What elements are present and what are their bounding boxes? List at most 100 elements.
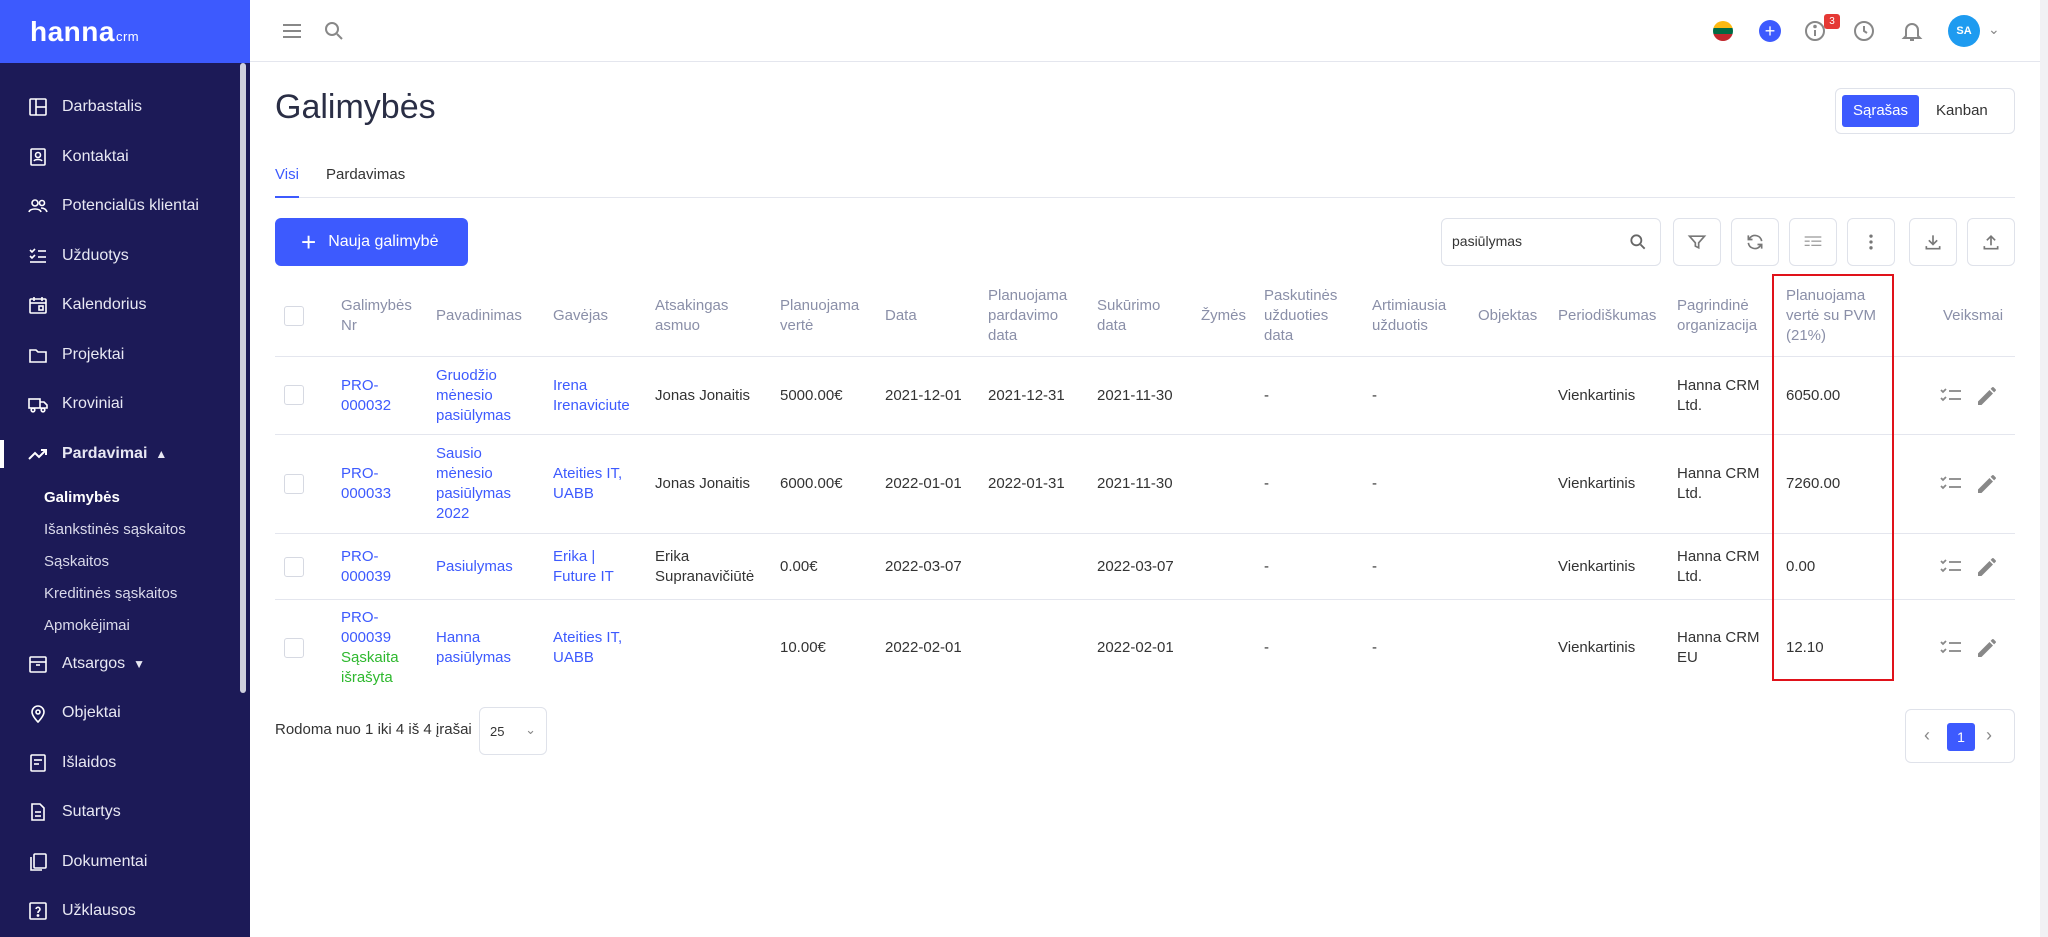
sidebar-item-projektai[interactable]: Projektai (0, 335, 240, 375)
quick-add-button[interactable]: + (1759, 20, 1781, 42)
columns-button[interactable] (1789, 218, 1837, 266)
view-kanban-button[interactable]: Kanban (1925, 95, 1999, 127)
receiver-link[interactable]: Ateities IT, UABB (553, 628, 643, 668)
date-cell: 2022-01-01 (885, 475, 962, 492)
sidebar-item-sutartys[interactable]: Sutartys (0, 792, 240, 832)
chevron-right-icon[interactable]: › (1986, 725, 1992, 746)
avatar[interactable]: SA (1948, 15, 1980, 47)
edit-icon[interactable] (1975, 636, 1999, 660)
edit-icon[interactable] (1975, 555, 1999, 579)
search-input[interactable] (1452, 233, 1622, 249)
opportunity-name-link[interactable]: Sausio mėnesio pasiūlymas 2022 (436, 444, 526, 524)
clock-icon[interactable] (1852, 19, 1876, 43)
table-row[interactable]: PRO-000033 Sausio mėnesio pasiūlymas 202… (275, 435, 2015, 534)
columns-icon (1804, 236, 1822, 246)
opportunity-number-link[interactable]: PRO-000033 (341, 464, 401, 504)
chevron-left-icon[interactable]: ‹ (1924, 725, 1930, 746)
row-checkbox[interactable] (284, 557, 304, 577)
view-list-button[interactable]: Sąrašas (1842, 95, 1920, 127)
sidebar-subitem-galimybes[interactable]: Galimybės (44, 486, 120, 508)
download-button[interactable] (1909, 218, 1957, 266)
tab-visi[interactable]: Visi (275, 166, 299, 198)
language-flag-icon[interactable] (1713, 21, 1733, 41)
menu-icon[interactable] (280, 19, 304, 43)
sidebar-scrollbar[interactable] (240, 63, 246, 693)
sidebar-item-kalendorius[interactable]: Kalendorius (0, 285, 240, 325)
tasks-icon[interactable] (1939, 472, 1963, 496)
column-header-name[interactable]: Pavadinimas (436, 306, 522, 326)
tasks-icon (29, 248, 46, 263)
tab-pardavimas[interactable]: Pardavimas (326, 166, 405, 198)
filter-button[interactable] (1673, 218, 1721, 266)
search-field[interactable] (1441, 218, 1661, 266)
column-header-next-task[interactable]: Artimiausia užduotis (1372, 296, 1458, 336)
tasks-icon[interactable] (1939, 555, 1963, 579)
table-row[interactable]: PRO-000039 Pasiulymas Erika | Future IT … (275, 534, 2015, 600)
page-size-select[interactable]: 25 ⌄ (479, 707, 547, 755)
table-row[interactable]: PRO-000032 Gruodžio mėnesio pasiūlymas I… (275, 357, 2015, 435)
table-row[interactable]: PRO-000039 Sąskaita išrašyta Hanna pasiū… (275, 600, 2015, 696)
sidebar-item-uzduotys[interactable]: Užduotys (0, 236, 240, 276)
opportunity-number-link[interactable]: PRO-000039 (341, 608, 401, 648)
sidebar-item-label: Kroviniai (62, 395, 124, 412)
refresh-button[interactable] (1731, 218, 1779, 266)
edit-icon[interactable] (1975, 384, 1999, 408)
app-logo[interactable]: hannacrm (30, 16, 139, 48)
sidebar-subitem-isankstines-saskaitos[interactable]: Išankstinės sąskaitos (44, 518, 186, 540)
receiver-link[interactable]: Ateities IT, UABB (553, 464, 643, 504)
opportunity-name-link[interactable]: Hanna pasiūlymas (436, 628, 526, 668)
tasks-icon[interactable] (1939, 384, 1963, 408)
row-checkbox[interactable] (284, 638, 304, 658)
page-scrollbar[interactable] (2040, 0, 2048, 937)
column-header-planned-sale-date[interactable]: Planuojama pardavimo data (988, 286, 1078, 346)
column-header-receiver[interactable]: Gavėjas (553, 306, 608, 326)
column-header-tags[interactable]: Žymės (1201, 306, 1246, 326)
sidebar-subitem-kreditines-saskaitos[interactable]: Kreditinės sąskaitos (44, 582, 177, 604)
receiver-link[interactable]: Irena Irenaviciute (553, 376, 643, 416)
sidebar-item-dokumentai[interactable]: Dokumentai (0, 842, 240, 882)
sidebar-item-kroviniai[interactable]: Kroviniai (0, 384, 240, 424)
column-header-object[interactable]: Objektas (1478, 306, 1537, 326)
sidebar-item-uzklausos[interactable]: Užklausos (0, 891, 240, 931)
page-title: Galimybės (275, 88, 436, 126)
search-icon[interactable] (1628, 232, 1648, 252)
chevron-down-icon[interactable]: ⌄ (1988, 21, 2000, 38)
column-header-created-date[interactable]: Sukūrimo data (1097, 296, 1167, 336)
receiver-link[interactable]: Erika | Future IT (553, 547, 623, 587)
sidebar-item-potencialus-klientai[interactable]: Potencialūs klientai (0, 186, 240, 226)
new-opportunity-button[interactable]: + Nauja galimybė (275, 218, 468, 266)
page-button[interactable]: 1 (1947, 723, 1975, 751)
invoice-status-label: Sąskaita išrašyta (341, 649, 399, 686)
select-all-checkbox[interactable] (284, 306, 304, 326)
opportunity-number-link[interactable]: PRO-000039 (341, 547, 401, 587)
bell-icon[interactable] (1900, 19, 1924, 43)
edit-icon[interactable] (1975, 472, 1999, 496)
column-header-periodicity[interactable]: Periodiškumas (1558, 306, 1656, 326)
sidebar-subitem-apmokejimai[interactable]: Apmokėjimai (44, 614, 130, 636)
row-checkbox[interactable] (284, 474, 304, 494)
sidebar-item-kontaktai[interactable]: Kontaktai (0, 137, 240, 177)
column-header-date[interactable]: Data (885, 306, 917, 326)
sidebar-item-label: Potencialūs klientai (62, 197, 199, 214)
opportunity-name-link[interactable]: Pasiulymas (436, 557, 526, 577)
contract-icon (31, 803, 45, 821)
opportunity-name-link[interactable]: Gruodžio mėnesio pasiūlymas (436, 366, 526, 426)
tasks-icon[interactable] (1939, 636, 1963, 660)
column-header-last-task-date[interactable]: Paskutinės užduoties data (1264, 286, 1350, 346)
search-icon[interactable] (322, 19, 346, 43)
sidebar-item-pardavimai[interactable]: Pardavimai ▲ (0, 434, 240, 474)
column-header-responsible[interactable]: Atsakingas asmuo (655, 296, 745, 336)
dashboard-icon (29, 98, 47, 116)
sidebar-item-darbastalis[interactable]: Darbastalis (0, 87, 240, 127)
more-options-button[interactable] (1847, 218, 1895, 266)
column-header-planned-value[interactable]: Planuojama vertė (780, 296, 870, 336)
sidebar-item-atsargos[interactable]: Atsargos ▼ (0, 644, 240, 684)
column-header-nr[interactable]: Galimybės Nr (341, 296, 421, 336)
sidebar-item-objektai[interactable]: Objektai (0, 693, 240, 733)
opportunity-number-link[interactable]: PRO-000032 (341, 376, 401, 416)
column-header-organization[interactable]: Pagrindinė organizacija (1677, 296, 1767, 336)
row-checkbox[interactable] (284, 385, 304, 405)
sidebar-item-islaidos[interactable]: Išlaidos (0, 743, 240, 783)
sidebar-subitem-saskaitos[interactable]: Sąskaitos (44, 550, 109, 572)
upload-button[interactable] (1967, 218, 2015, 266)
